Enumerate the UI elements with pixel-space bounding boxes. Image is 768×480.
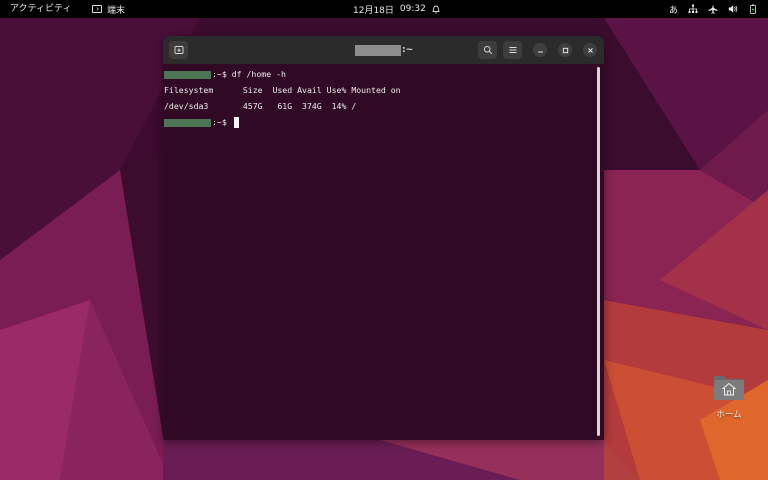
clock-time: 09:32 [399, 4, 426, 14]
home-folder-icon [712, 372, 746, 402]
terminal-scrollbar[interactable] [597, 67, 600, 436]
top-bar: アクティビティ 端末 12月18日 09:32 あ [0, 0, 768, 18]
app-menu-label: 端末 [107, 5, 126, 16]
terminal-line: :~$ [164, 116, 239, 128]
menu-icon [509, 47, 516, 53]
search-icon [483, 45, 492, 55]
terminal-icon [92, 5, 102, 13]
redacted-username [164, 118, 211, 127]
prompt: :~$ [212, 117, 232, 127]
new-tab-icon [174, 46, 183, 54]
menu-button[interactable] [503, 41, 522, 59]
terminal-line: :~$ df /home -h [164, 68, 286, 80]
maximize-icon [562, 47, 568, 53]
clock-button[interactable]: 12月18日 09:32 [353, 0, 440, 18]
redacted-username-title [355, 44, 401, 56]
terminal-line: /dev/sda3 457G 61G 374G 14% / [164, 101, 357, 111]
new-tab-button[interactable] [169, 41, 188, 59]
system-status-area[interactable]: あ [669, 0, 758, 18]
close-icon [587, 47, 593, 53]
desktop-home-folder[interactable]: ホーム [708, 372, 750, 420]
terminal-content[interactable]: :~$ df /home -h Filesystem Size Used Ava… [163, 64, 593, 440]
command-text: df /home -h [231, 69, 286, 79]
network-icon [688, 4, 698, 14]
minimize-icon [537, 51, 543, 52]
clock-date: 12月18日 [353, 5, 394, 16]
volume-icon [728, 4, 738, 14]
terminal-line: Filesystem Size Used Avail Use% Mounted … [164, 85, 401, 95]
window-title: :~ [355, 44, 413, 56]
maximize-button[interactable] [558, 43, 572, 57]
terminal-titlebar[interactable]: :~ [163, 36, 604, 64]
input-method-indicator[interactable]: あ [669, 3, 678, 16]
activities-button[interactable]: アクティビティ [10, 0, 71, 18]
text-cursor [233, 117, 239, 128]
battery-icon [748, 4, 758, 14]
search-button[interactable] [478, 41, 497, 59]
prompt: :~$ [212, 69, 232, 79]
minimize-button[interactable] [533, 43, 547, 57]
home-folder-label: ホーム [716, 410, 742, 420]
airplane-mode-icon [708, 4, 718, 14]
redacted-username [164, 70, 211, 79]
notification-bell-icon [432, 5, 440, 14]
app-menu-button[interactable]: 端末 [92, 0, 125, 18]
terminal-window[interactable]: :~ :~$ df /home -h Filesystem Size Used … [163, 36, 604, 440]
window-title-path: :~ [402, 45, 414, 55]
close-button[interactable] [583, 43, 597, 57]
